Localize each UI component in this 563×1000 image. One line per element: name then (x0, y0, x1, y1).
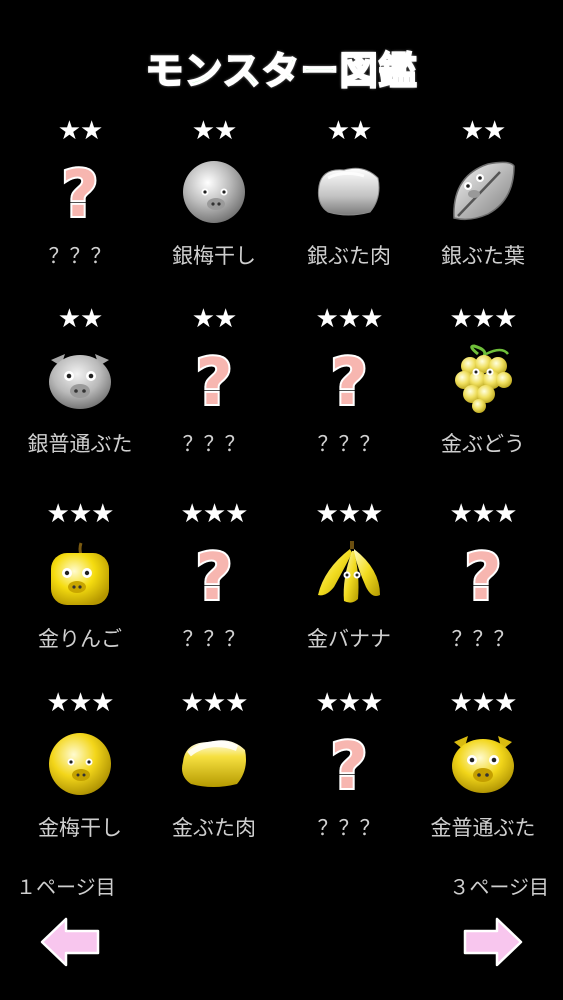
monster-card[interactable]: ★★★ ? ？？？ (279, 298, 419, 468)
unknown-icon: ? (448, 539, 518, 609)
svg-text:?: ? (330, 730, 367, 798)
monster-name: 銀ぶた葉 (441, 244, 525, 268)
monster-name: 金梅干し (38, 816, 122, 840)
rarity-stars: ★★★ (449, 304, 518, 334)
unknown-icon: ? (45, 156, 115, 226)
gold-pig-icon (448, 728, 518, 798)
monster-name: 金ぶた肉 (172, 816, 256, 840)
rarity-stars: ★★★ (449, 499, 518, 529)
svg-text:?: ? (61, 158, 98, 226)
monster-card[interactable]: ★★★ 金普通ぶた (413, 682, 553, 852)
monster-name: ？？？ (317, 816, 381, 840)
silver-leaf-icon (448, 156, 518, 226)
rarity-stars: ★★ (191, 304, 238, 334)
monster-name: 金ぶどう (441, 432, 525, 456)
unknown-icon: ? (179, 344, 249, 414)
svg-text:?: ? (195, 346, 232, 414)
rarity-stars: ★★★ (180, 499, 249, 529)
gold-apple-icon (45, 539, 115, 609)
gold-umeboshi-icon (45, 728, 115, 798)
next-page-label[interactable]: ３ページ目 (449, 874, 549, 900)
monster-card[interactable]: ★★★ ? ？？？ (279, 682, 419, 852)
unknown-icon: ? (179, 539, 249, 609)
arrow-left-icon[interactable] (40, 915, 102, 969)
page-title: モンスター図鑑 (144, 48, 418, 94)
monster-card[interactable]: ★★★ 金ぶどう (413, 298, 553, 468)
unknown-icon: ? (314, 728, 384, 798)
rarity-stars: ★★ (191, 116, 238, 146)
rarity-stars: ★★ (57, 304, 104, 334)
rarity-stars: ★★★ (46, 499, 115, 529)
rarity-stars: ★★★ (315, 304, 384, 334)
grid-row: ★★★ 金りんご ★★★ ? ？？？ ★★★ 金バナナ ★★★ ? ？？？ (0, 493, 563, 673)
monster-name: ？？？ (317, 432, 381, 456)
monster-card[interactable]: ★★ ? ？？？ (10, 110, 150, 280)
monster-name: 金バナナ (307, 627, 391, 651)
rarity-stars: ★★★ (46, 688, 115, 718)
monster-card[interactable]: ★★★ 金バナナ (279, 493, 419, 663)
arrow-right-icon[interactable] (461, 915, 523, 969)
rarity-stars: ★★ (57, 116, 104, 146)
prev-page-label[interactable]: １ページ目 (16, 874, 116, 900)
monster-card[interactable]: ★★★ 金りんご (10, 493, 150, 663)
rarity-stars: ★★★ (449, 688, 518, 718)
svg-text:?: ? (330, 346, 367, 414)
monster-name: ？？？ (451, 627, 515, 651)
gold-banana-icon (314, 539, 384, 609)
rarity-stars: ★★ (460, 116, 507, 146)
gold-pork-icon (179, 728, 249, 798)
monster-card[interactable]: ★★★ ? ？？？ (144, 493, 284, 663)
monster-card[interactable]: ★★ 銀普通ぶた (10, 298, 150, 468)
silver-pig-icon (45, 344, 115, 414)
silver-umeboshi-icon (179, 156, 249, 226)
monster-name: 銀梅干し (172, 244, 256, 268)
monster-name: ？？？ (182, 627, 246, 651)
silver-pork-icon (314, 156, 384, 226)
grid-row: ★★★ 金梅干し ★★★ 金ぶた肉 ★★★ ? ？？？ ★★★ 金普通ぶた (0, 682, 563, 862)
monster-card[interactable]: ★★★ ? ？？？ (413, 493, 553, 663)
monster-name: 金普通ぶた (430, 816, 536, 840)
monster-card[interactable]: ★★ 銀ぶた肉 (279, 110, 419, 280)
monster-name: 銀普通ぶた (27, 432, 133, 456)
grid-row: ★★ ? ？？？ ★★ 銀梅干し ★★ 銀ぶた肉 ★★ 銀ぶた葉 (0, 110, 563, 290)
monster-card[interactable]: ★★ 銀梅干し (144, 110, 284, 280)
gold-grape-icon (448, 344, 518, 414)
monster-name: ？？？ (182, 432, 246, 456)
monster-name: 銀ぶた肉 (307, 244, 391, 268)
rarity-stars: ★★★ (315, 499, 384, 529)
monster-name: ？？？ (48, 244, 112, 268)
monster-card[interactable]: ★★★ 金梅干し (10, 682, 150, 852)
grid-row: ★★ 銀普通ぶた ★★ ? ？？？ ★★★ ? ？？？ ★★★ 金ぶどう (0, 298, 563, 478)
svg-text:?: ? (195, 541, 232, 609)
svg-text:?: ? (464, 541, 501, 609)
rarity-stars: ★★★ (180, 688, 249, 718)
rarity-stars: ★★ (326, 116, 373, 146)
rarity-stars: ★★★ (315, 688, 384, 718)
monster-card[interactable]: ★★ ? ？？？ (144, 298, 284, 468)
monster-name: 金りんご (38, 627, 122, 651)
monster-card[interactable]: ★★★ 金ぶた肉 (144, 682, 284, 852)
monster-card[interactable]: ★★ 銀ぶた葉 (413, 110, 553, 280)
unknown-icon: ? (314, 344, 384, 414)
